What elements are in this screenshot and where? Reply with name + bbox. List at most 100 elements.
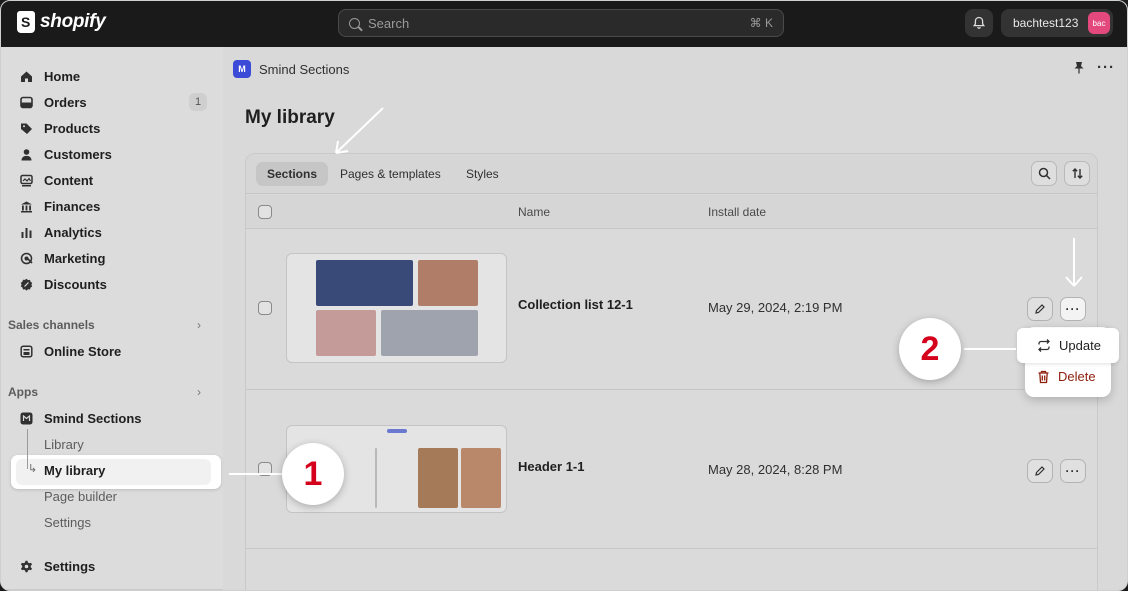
sidebar-item-products[interactable]: Products [19,117,100,139]
row-more-button[interactable]: ··· [1060,459,1086,483]
discount-icon [19,277,34,292]
page-title: My library [245,107,335,128]
chevron-right-icon[interactable]: › [197,318,201,332]
notifications-button[interactable] [965,9,993,37]
edit-button[interactable] [1027,459,1053,483]
sidebar-label: Discounts [44,276,107,292]
search-filter-button[interactable] [1031,161,1057,186]
sidebar-item-analytics[interactable]: Analytics [19,221,102,243]
content-icon [19,173,34,188]
sidebar-item-customers[interactable]: Customers [19,143,112,165]
sidebar-item-online-store[interactable]: Online Store [19,340,121,362]
thumb-photo [418,260,478,306]
home-icon [19,69,34,84]
app-title: Smind Sections [259,61,350,77]
avatar: bac [1088,12,1110,34]
person-icon [19,147,34,162]
sidebar-label: Marketing [44,250,106,266]
step-1-marker: 1 [282,443,344,505]
apps-heading[interactable]: Apps [8,385,38,399]
trash-icon [1038,370,1049,383]
bank-icon [19,199,34,214]
chevron-right-icon[interactable]: › [197,385,201,399]
section-thumbnail [286,253,507,363]
sidebar-label: Online Store [44,343,122,359]
sidebar-item-marketing[interactable]: Marketing [19,247,105,269]
pencil-icon [1035,304,1045,314]
refresh-icon [1038,339,1050,352]
sidebar-label: Content [44,172,94,188]
target-icon [19,251,34,266]
pencil-icon [1035,466,1045,476]
sidebar-subitem-page-builder[interactable]: Page builder [44,489,117,504]
sidebar-subitem-settings[interactable]: Settings [44,515,91,530]
smind-app-icon [19,411,34,426]
sidebar-divider [1,589,223,590]
top-bar: shopify Search ⌘ K bachtest123 bac [1,1,1127,47]
row-date: May 29, 2024, 2:19 PM [708,300,843,315]
my-library-highlight[interactable] [11,455,221,489]
orders-icon [19,95,34,110]
more-actions-icon[interactable]: ··· [1097,59,1115,76]
sidebar-label: Settings [44,558,96,574]
bell-icon [972,16,986,29]
sidebar-subitem-library[interactable]: Library [44,437,84,452]
sidebar-item-home[interactable]: Home [19,65,80,87]
sidebar-label: Finances [44,198,101,214]
store-icon [19,344,34,359]
column-header-name[interactable]: Name [518,205,550,219]
sidebar-label: Customers [44,146,112,162]
column-header-install-date[interactable]: Install date [708,205,766,219]
sort-icon [1071,168,1083,179]
sidebar-label: Analytics [44,224,102,240]
sidebar-item-content[interactable]: Content [19,169,93,191]
sidebar-item-orders[interactable]: Orders [19,91,87,113]
sidebar-item-smind-sections[interactable]: Smind Sections [19,407,142,429]
sidebar-label: Home [44,68,81,84]
bar-chart-icon [19,225,34,240]
table-row[interactable]: Collection list 12-1 May 29, 2024, 2:19 … [246,230,1097,390]
sales-channels-heading[interactable]: Sales channels [8,318,95,332]
sidebar-item-settings[interactable]: Settings [19,555,95,577]
tag-icon [19,121,34,136]
search-input[interactable]: Search ⌘ K [338,9,784,37]
row-more-button[interactable]: ··· [1060,297,1086,321]
delete-menu-item[interactable]: Delete [1037,369,1096,384]
sidebar-item-discounts[interactable]: Discounts [19,273,107,295]
shopify-logo[interactable]: shopify [17,11,106,33]
select-all-checkbox[interactable] [258,205,272,219]
step-2-marker: 2 [899,318,961,380]
thumb-photo [381,310,478,356]
sidebar-label: Smind Sections [44,410,142,426]
thumb-photo [461,448,501,508]
table-row[interactable]: Header 1-1 May 28, 2024, 8:28 PM ··· [246,391,1097,549]
sort-button[interactable] [1064,161,1090,186]
tab-sections[interactable]: Sections [256,162,329,186]
gear-icon [19,559,34,574]
thumb-logo [387,429,407,433]
more-dots-icon: ··· [1065,464,1081,478]
update-label: Update [1059,338,1101,353]
sidebar-label: Orders [44,94,87,110]
thumb-photo [418,448,458,508]
update-menu-item[interactable]: Update [1017,328,1119,363]
sidebar-item-finances[interactable]: Finances [19,195,100,217]
annotation-line-1 [229,473,284,475]
screenshot-frame: shopify Search ⌘ K bachtest123 bac Home [0,0,1128,591]
brand-text: shopify [40,11,106,32]
search-shortcut: ⌘ K [749,16,773,30]
thumb-photo [316,260,413,306]
row-checkbox[interactable] [258,301,272,315]
tab-pages-templates[interactable]: Pages & templates [329,162,452,186]
tab-styles[interactable]: Styles [455,162,510,186]
sidebar-subitem-my-library[interactable]: My library [44,463,105,478]
edit-button[interactable] [1027,297,1053,321]
pin-icon[interactable] [1073,61,1085,77]
sidebar-label: Products [44,120,101,136]
row-date: May 28, 2024, 8:28 PM [708,462,843,477]
sidebar: Home Orders 1 Products Customers Content [1,47,223,590]
library-card: Sections Pages & templates Styles Name I… [245,153,1098,590]
account-menu[interactable]: bachtest123 bac [1001,9,1113,37]
app-header: M Smind Sections [233,60,349,78]
main-content: M Smind Sections ··· My library Sections… [223,47,1127,590]
